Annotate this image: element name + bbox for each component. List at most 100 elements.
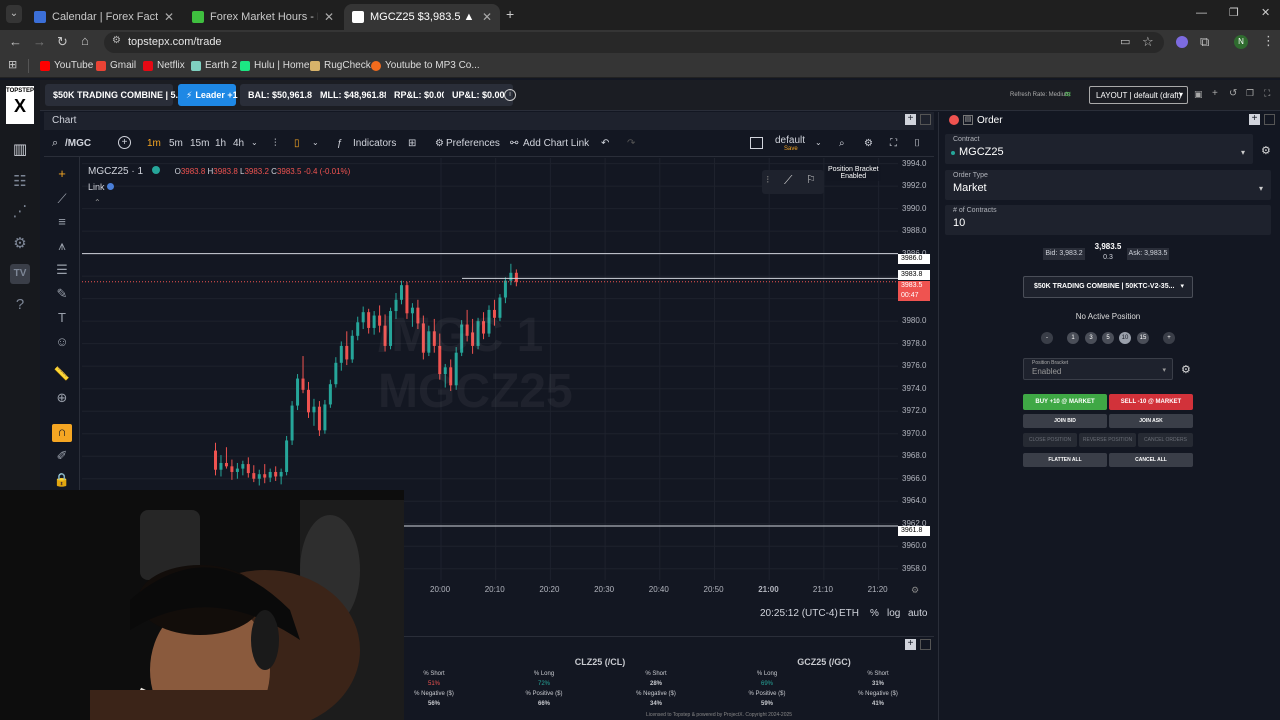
magnet-icon[interactable]: ∩ (52, 424, 72, 442)
panel-toggle-icon[interactable] (1264, 114, 1275, 125)
reload-icon[interactable]: ↻ (57, 34, 68, 50)
bookmark-youtube[interactable]: YouTube (40, 60, 93, 71)
brush-icon[interactable]: ✎ (52, 286, 72, 304)
collapse-legend-icon[interactable]: ⌃ (94, 198, 101, 207)
compare-add-icon[interactable]: + (118, 136, 131, 149)
reset-icon[interactable]: ↺ (1229, 88, 1237, 99)
qty-preset-15[interactable]: 15 (1137, 332, 1149, 344)
auto-scale-toggle[interactable]: auto (908, 608, 927, 619)
extension-icon[interactable] (1176, 36, 1188, 48)
pitchfork-icon[interactable]: ⩚ (52, 238, 72, 256)
bookmark-ytmp3[interactable]: Youtube to MP3 Co... (371, 60, 480, 71)
tab-forex-market-hours[interactable]: Forex Market Hours - Forex Ma ✕ (184, 4, 342, 30)
cancel-all-button[interactable]: CANCEL ALL (1109, 453, 1193, 467)
qty-preset-3[interactable]: 3 (1085, 332, 1097, 344)
tab-topstep[interactable]: MGCZ25 $3,983.5 ▲ +0.01% ✕ (344, 4, 500, 30)
minimize-icon[interactable]: — (1196, 7, 1207, 19)
help-icon[interactable]: ? (10, 296, 30, 316)
flatten-all-button[interactable]: FLATTEN ALL (1023, 453, 1107, 467)
undo-icon[interactable]: ↶ (601, 138, 609, 149)
search-icon[interactable]: ⌕ (839, 138, 845, 149)
contract-field[interactable]: Contract MGCZ25 ▾ (945, 134, 1253, 164)
horizontal-lines-icon[interactable]: ≡ (52, 214, 72, 232)
emoji-icon[interactable]: ☺ (52, 334, 72, 352)
chevron-down-icon[interactable]: ⌄ (251, 138, 258, 147)
qty-preset-1[interactable]: 1 (1067, 332, 1079, 344)
increase-qty-button[interactable]: + (1163, 332, 1175, 344)
camera-icon[interactable]: ⌷ (914, 138, 920, 149)
apps-grid-icon[interactable]: ⊞ (8, 58, 17, 71)
account-selector[interactable]: $50K TRADING COMBINE | 5...▾ (45, 84, 194, 106)
chevron-down-icon[interactable]: ⌄ (815, 138, 822, 147)
template-name[interactable]: default (775, 135, 805, 146)
fullscreen-icon[interactable]: ⛶ (890, 138, 897, 149)
join-bid-button[interactable]: JOIN BID (1023, 414, 1107, 428)
close-position-button[interactable]: CLOSE POSITION (1023, 433, 1077, 447)
bookmark-earth2[interactable]: Earth 2 (191, 60, 237, 71)
reverse-position-button[interactable]: REVERSE POSITION (1079, 433, 1136, 447)
indicators-icon[interactable]: ƒ (337, 138, 343, 149)
contract-settings-gear-icon[interactable]: ⚙ (1261, 144, 1271, 157)
bookmark-star-icon[interactable]: ☆ (1142, 34, 1154, 50)
contracts-quantity-input[interactable]: # of Contracts 10 (945, 205, 1271, 235)
menu-kebab-icon[interactable]: ⋮ (1262, 33, 1275, 49)
timeframe-15m[interactable]: 15m (190, 138, 209, 149)
bookmark-gmail[interactable]: Gmail (96, 60, 136, 71)
trend-line-icon[interactable]: ⟋ (52, 191, 72, 209)
account-select[interactable]: $50K TRADING COMBINE | 50KTC-V2-35... ▾ (1023, 276, 1193, 298)
position-bracket-select[interactable]: Position Bracket Enabled ▾ (1023, 358, 1173, 380)
close-icon[interactable]: ✕ (164, 10, 174, 24)
zoom-in-icon[interactable]: ⊕ (52, 390, 72, 408)
ruler-icon[interactable]: 📏 (52, 366, 72, 384)
timeframe-4h[interactable]: 4h (233, 138, 244, 149)
percent-toggle[interactable]: % (870, 608, 879, 619)
add-panel-icon[interactable]: + (1249, 114, 1260, 125)
stay-drawing-icon[interactable]: ✐ (52, 448, 72, 466)
new-tab-button[interactable]: + (506, 6, 514, 22)
close-icon[interactable]: ✕ (482, 10, 492, 24)
fib-icon[interactable]: ☰ (52, 262, 72, 280)
info-icon[interactable]: i (504, 89, 516, 101)
timeframe-1m[interactable]: 1m (147, 138, 161, 149)
decrease-qty-button[interactable]: - (1041, 332, 1053, 344)
line-tool-icon[interactable]: ⟋ (784, 173, 792, 188)
timeframe-1h[interactable]: 1h (215, 138, 226, 149)
cancel-orders-button[interactable]: CANCEL ORDERS (1138, 433, 1193, 447)
cast-icon[interactable]: ▭ (1120, 35, 1130, 48)
fullscreen-icon[interactable]: ⛶ (1264, 88, 1270, 99)
crosshair-icon[interactable]: + (52, 166, 72, 184)
add-panel-icon[interactable]: + (905, 639, 916, 650)
templates-icon[interactable]: ⊞ (408, 138, 416, 149)
axis-settings-icon[interactable]: ⚙ (911, 585, 919, 596)
back-icon[interactable]: ← (9, 34, 22, 49)
site-info-icon[interactable]: ⚙ (112, 35, 121, 46)
forward-icon[interactable]: → (33, 34, 46, 49)
buy-market-button[interactable]: BUY +10 @ MARKET (1023, 394, 1107, 410)
sell-market-button[interactable]: SELL -10 @ MARKET (1109, 394, 1193, 410)
symbol-search-icon[interactable]: ⌕ (52, 137, 58, 150)
tab-forex-factory[interactable]: Calendar | Forex Factory ✕ (26, 4, 182, 30)
join-ask-button[interactable]: JOIN ASK (1109, 414, 1193, 428)
drag-handle-icon[interactable]: ⁝ (766, 173, 770, 186)
close-icon[interactable]: ✕ (324, 10, 334, 24)
session-toggle[interactable]: ETH (839, 608, 859, 619)
layout-select[interactable]: LAYOUT | default (draft) ▾ (1089, 86, 1188, 104)
extensions-puzzle-icon[interactable]: ⧉ (1200, 34, 1209, 50)
add-layout-icon[interactable]: + (1212, 88, 1218, 99)
link-icon[interactable]: ⚯ (510, 138, 518, 149)
profile-avatar[interactable]: N (1234, 35, 1248, 49)
bookmark-netflix[interactable]: Netflix (143, 60, 185, 71)
lock-icon[interactable]: 🔒 (52, 472, 72, 490)
candles-icon[interactable]: ▯ (294, 138, 300, 149)
log-toggle[interactable]: log (887, 608, 900, 619)
add-panel-icon[interactable]: + (905, 114, 916, 125)
bookmark-rugcheck[interactable]: RugCheck (310, 60, 371, 71)
save-layout-icon[interactable]: ▣ (1194, 89, 1203, 100)
lock-toggle-icon[interactable]: ▤ (963, 115, 973, 125)
community-icon[interactable]: ☷ (10, 172, 30, 192)
tab-search-icon[interactable]: ⌄ (6, 5, 22, 23)
home-icon[interactable]: ⌂ (81, 33, 89, 48)
redo-icon[interactable]: ↷ (627, 138, 635, 149)
template-save[interactable]: Save (784, 146, 798, 152)
flag-icon[interactable]: ⚐ (806, 173, 816, 186)
